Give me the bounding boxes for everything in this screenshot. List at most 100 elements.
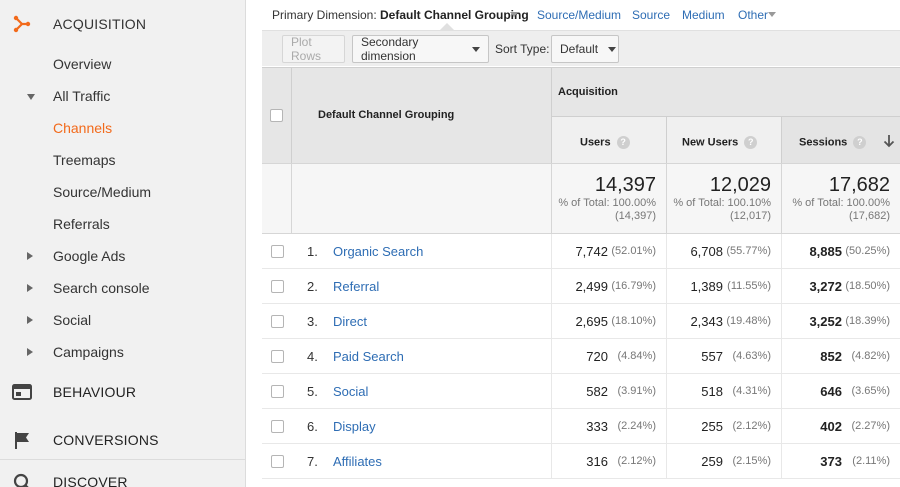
- total-sessions: 17,682 % of Total: 100.00% (17,682): [781, 164, 900, 234]
- users-cell: 333 (2.24%): [551, 409, 666, 444]
- sessions-cell: 3,272 (18.50%): [781, 269, 900, 304]
- sessions-percent: (3.65%): [851, 385, 890, 397]
- sidebar-section-label: BEHAVIOUR: [53, 384, 137, 400]
- sidebar-section-acquisition[interactable]: ACQUISITION: [0, 4, 245, 44]
- sessions-percent: (4.82%): [851, 350, 890, 362]
- sessions-value: 8,885: [809, 244, 842, 259]
- sort-descending-icon[interactable]: [883, 134, 895, 148]
- channel-link[interactable]: Referral: [333, 279, 379, 294]
- row-checkbox[interactable]: [271, 420, 284, 433]
- column-header-new-users[interactable]: New Users?: [666, 116, 781, 164]
- sidebar-section-label: DISCOVER: [53, 474, 128, 487]
- sidebar-section-behaviour[interactable]: BEHAVIOUR: [0, 372, 245, 412]
- users-value: 333: [586, 419, 608, 434]
- sidebar-item-source-medium[interactable]: Source/Medium: [0, 177, 245, 207]
- sessions-cell: 373 (2.11%): [781, 444, 900, 479]
- sessions-cell: 3,252 (18.39%): [781, 304, 900, 339]
- collapsed-caret-icon: [27, 252, 33, 260]
- totals-row: 14,397 % of Total: 100.00% (14,397) 12,0…: [262, 163, 900, 234]
- sort-type-dropdown[interactable]: Default: [551, 35, 619, 63]
- total-percent: % of Total: 100.00%: [558, 197, 656, 209]
- users-value: 2,695: [575, 314, 608, 329]
- sessions-value: 646: [820, 384, 842, 399]
- new-users-cell: 255 (2.12%): [666, 409, 781, 444]
- help-icon[interactable]: ?: [744, 136, 758, 149]
- row-checkbox[interactable]: [271, 280, 284, 293]
- sidebar-item-overview[interactable]: Overview: [0, 49, 245, 79]
- sessions-cell: 8,885 (50.25%): [781, 234, 900, 269]
- collapsed-caret-icon: [27, 348, 33, 356]
- users-cell: 2,695 (18.10%): [551, 304, 666, 339]
- sidebar-item-channels[interactable]: Channels: [0, 113, 245, 143]
- new-users-value: 259: [701, 454, 723, 469]
- sessions-value: 373: [820, 454, 842, 469]
- row-checkbox[interactable]: [271, 455, 284, 468]
- sidebar-item-all-traffic[interactable]: All Traffic: [0, 81, 245, 111]
- plot-rows-button[interactable]: Plot Rows: [282, 35, 345, 63]
- row-checkbox[interactable]: [271, 245, 284, 258]
- primary-dimension-selected[interactable]: Default Channel Grouping: [380, 8, 529, 22]
- sidebar-item-referrals[interactable]: Referrals: [0, 209, 245, 239]
- new-users-value: 2,343: [690, 314, 723, 329]
- sessions-percent: (18.50%): [845, 280, 890, 292]
- users-value: 316: [586, 454, 608, 469]
- chevron-down-icon[interactable]: [510, 12, 518, 17]
- sessions-percent: (50.25%): [845, 245, 890, 257]
- total-percent: % of Total: 100.10%: [673, 197, 771, 209]
- help-icon[interactable]: ?: [616, 136, 630, 149]
- new-users-percent: (19.48%): [726, 315, 771, 327]
- selection-pointer: [440, 23, 454, 30]
- sidebar-section-discover[interactable]: DISCOVER: [0, 462, 245, 487]
- new-users-percent: (2.15%): [732, 455, 771, 467]
- row-checkbox[interactable]: [271, 350, 284, 363]
- sidebar-item-treemaps[interactable]: Treemaps: [0, 145, 245, 175]
- sidebar-item-google-ads[interactable]: Google Ads: [0, 241, 245, 271]
- table-row: 3. Direct 2,695 (18.10%) 2,343 (19.48%) 3,252(…: [262, 304, 900, 339]
- dimension-link-medium[interactable]: Medium: [682, 8, 725, 22]
- channel-link[interactable]: Display: [333, 419, 376, 434]
- row-number: 4.: [307, 349, 318, 364]
- total-absolute: (14,397): [615, 210, 656, 222]
- secondary-dimension-dropdown[interactable]: Secondary dimension: [352, 35, 489, 63]
- row-number: 6.: [307, 419, 318, 434]
- total-value: 14,397: [594, 174, 656, 196]
- channel-link[interactable]: Affiliates: [333, 454, 382, 469]
- help-icon[interactable]: ?: [853, 136, 867, 149]
- sidebar-item-campaigns[interactable]: Campaigns: [0, 337, 245, 367]
- sidebar-item-search-console[interactable]: Search console: [0, 273, 245, 303]
- users-percent: (2.12%): [617, 455, 656, 467]
- sessions-cell: 402 (2.27%): [781, 409, 900, 444]
- sessions-value: 3,252: [809, 314, 842, 329]
- behaviour-icon: [12, 384, 32, 400]
- sort-type-label: Sort Type:: [495, 42, 550, 56]
- channel-link[interactable]: Social: [333, 384, 368, 399]
- new-users-value: 557: [701, 349, 723, 364]
- sidebar-item-social[interactable]: Social: [0, 305, 245, 335]
- row-number: 3.: [307, 314, 318, 329]
- total-absolute: (12,017): [730, 210, 771, 222]
- chevron-down-icon[interactable]: [768, 12, 776, 17]
- channel-link[interactable]: Organic Search: [333, 244, 423, 259]
- table-row: 4. Paid Search 720 (4.84%) 557 (4.63%) 852 (4.8…: [262, 339, 900, 374]
- dimension-link-source-medium[interactable]: Source/Medium: [537, 8, 621, 22]
- sessions-percent: (2.11%): [852, 455, 890, 467]
- new-users-cell: 518 (4.31%): [666, 374, 781, 409]
- new-users-cell: 2,343 (19.48%): [666, 304, 781, 339]
- users-cell: 316 (2.12%): [551, 444, 666, 479]
- column-header-users[interactable]: Users?: [551, 116, 666, 164]
- sidebar-section-conversions[interactable]: CONVERSIONS: [0, 420, 245, 460]
- dimension-header[interactable]: Default Channel Grouping: [318, 109, 454, 121]
- sidebar-item-label: All Traffic: [53, 88, 111, 104]
- channel-link[interactable]: Direct: [333, 314, 367, 329]
- row-checkbox[interactable]: [271, 385, 284, 398]
- dimension-link-other[interactable]: Other: [738, 8, 768, 22]
- users-percent: (2.24%): [617, 420, 656, 432]
- row-checkbox[interactable]: [271, 315, 284, 328]
- dimension-link-source[interactable]: Source: [632, 8, 670, 22]
- row-number: 1.: [307, 244, 318, 259]
- channel-link[interactable]: Paid Search: [333, 349, 404, 364]
- new-users-percent: (55.77%): [726, 245, 771, 257]
- select-all-checkbox[interactable]: [270, 109, 283, 122]
- total-percent: % of Total: 100.00%: [792, 197, 890, 209]
- sidebar-item-label: Search console: [53, 280, 150, 296]
